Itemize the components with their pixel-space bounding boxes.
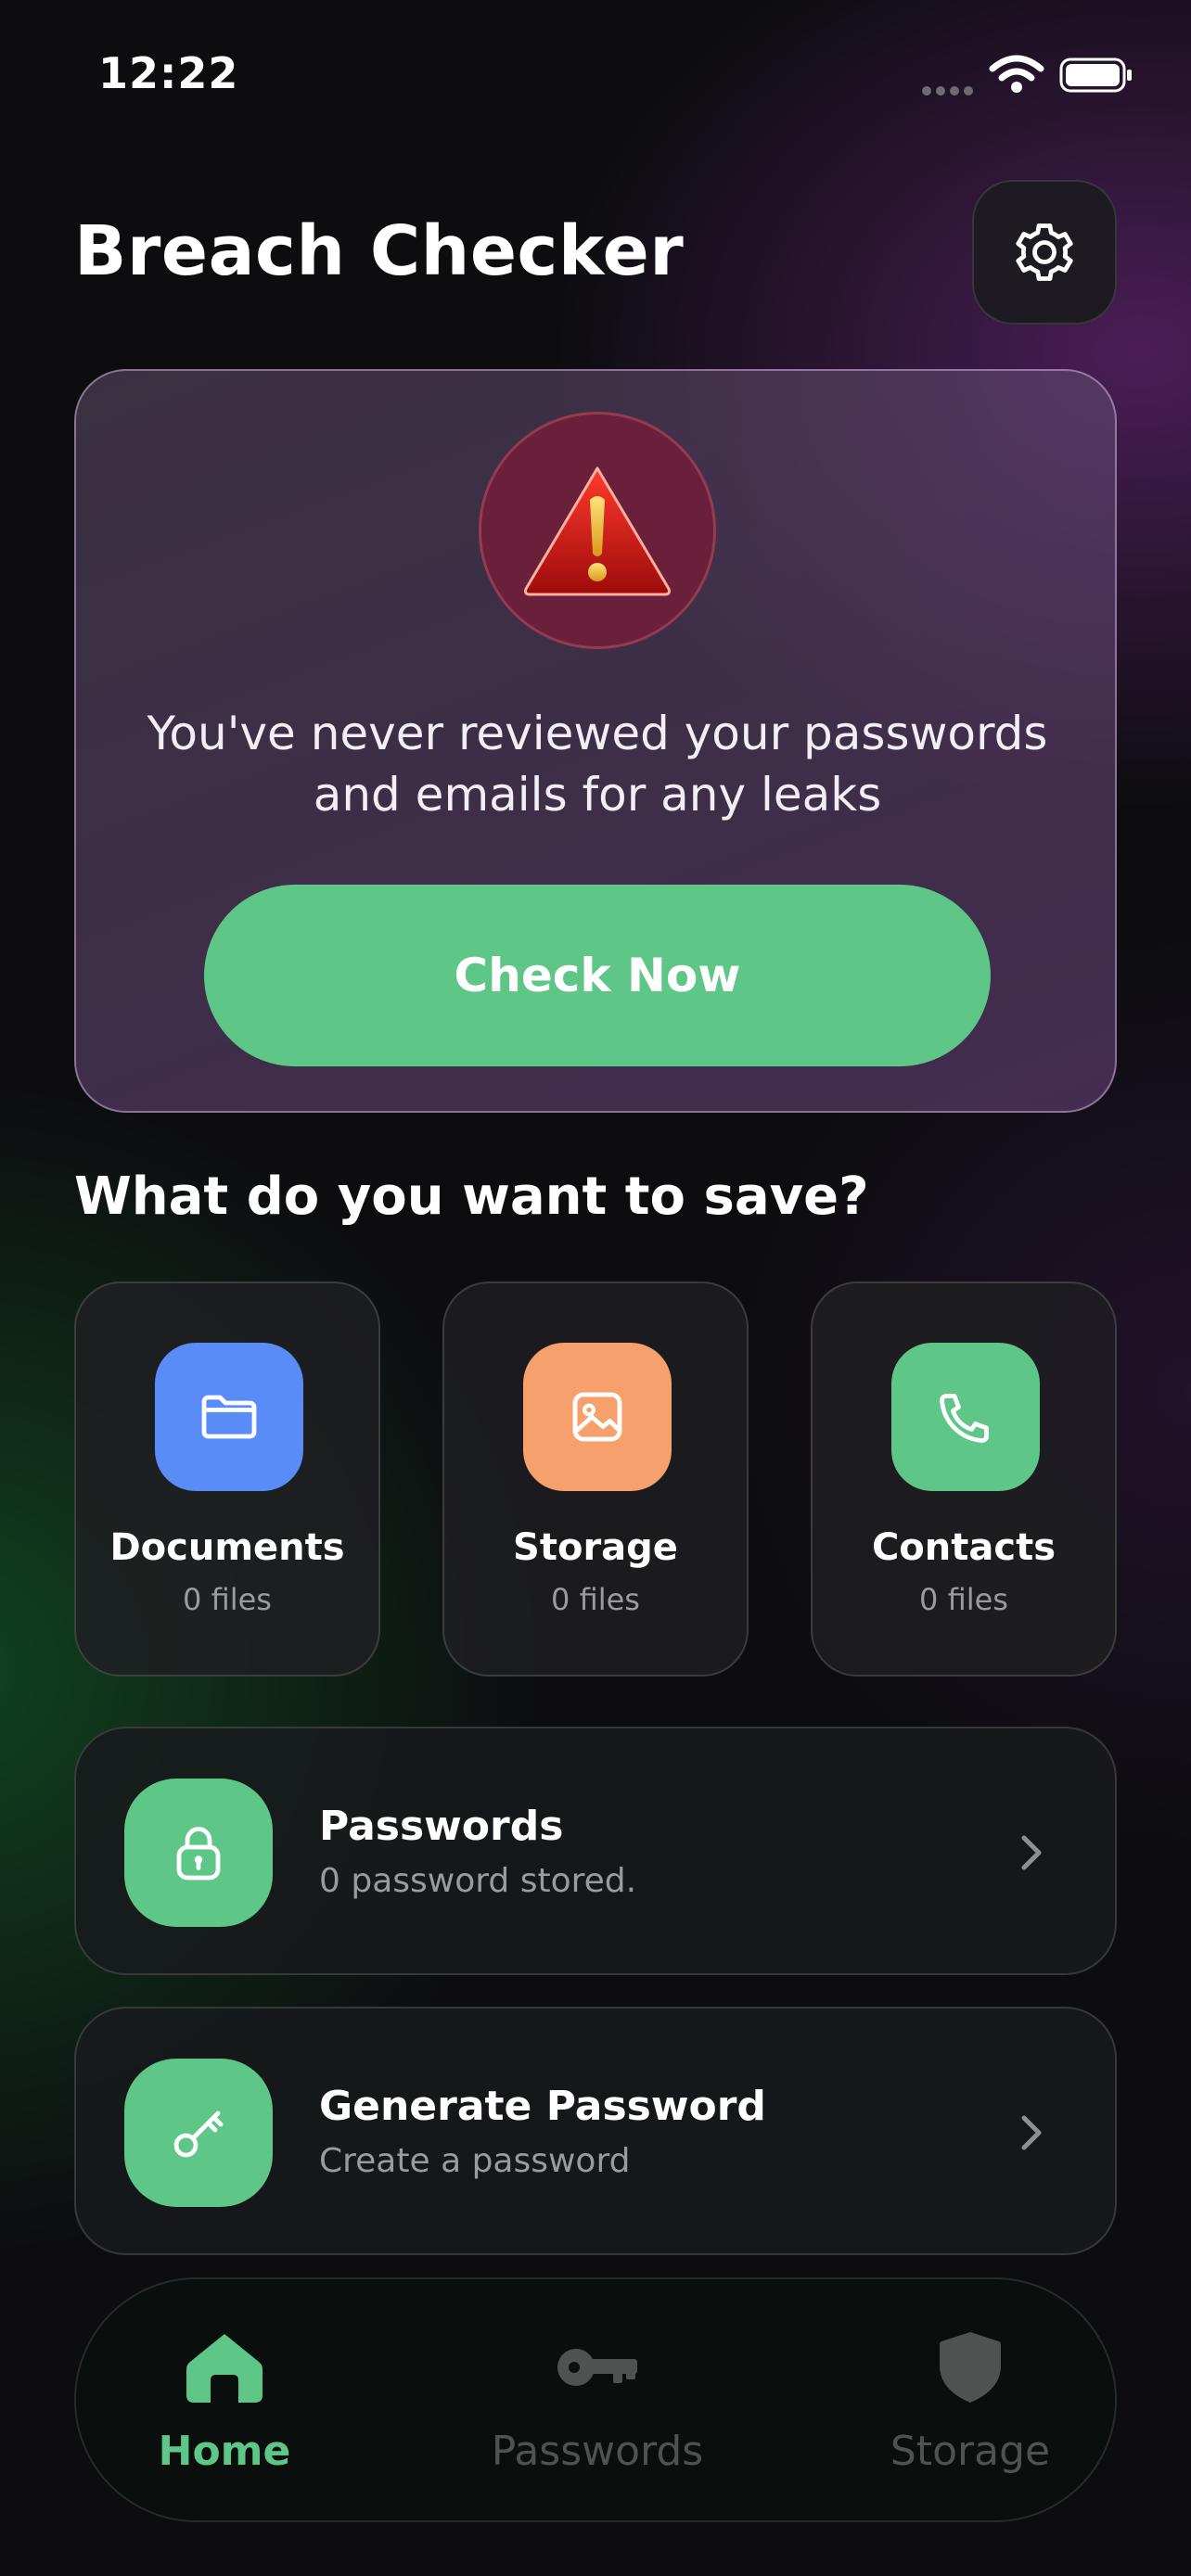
alert-icon-container: [479, 412, 716, 649]
nav-item-storage[interactable]: Storage: [822, 2279, 1119, 2524]
storage-tile[interactable]: Storage 0 files: [442, 1282, 749, 1677]
image-icon-container: [523, 1343, 672, 1491]
phone-icon-container: [891, 1343, 1040, 1491]
tile-label: Contacts: [871, 1526, 1057, 1569]
generate-password-row[interactable]: Generate Password Create a password: [74, 2007, 1117, 2255]
lock-icon: [176, 1827, 221, 1881]
lock-icon-container: [124, 1779, 273, 1927]
battery-icon: [1059, 57, 1132, 93]
row-subtitle: Create a password: [319, 2142, 631, 2180]
contacts-tile[interactable]: Contacts 0 files: [811, 1282, 1117, 1677]
row-title: Generate Password: [319, 2083, 766, 2130]
status-time: 12:22: [98, 48, 239, 98]
row-title: Passwords: [319, 1803, 564, 1850]
bottom-navigation: Home Passwords Storage: [74, 2277, 1117, 2522]
tile-label: Documents: [109, 1526, 345, 1569]
row-subtitle: 0 password stored.: [319, 1862, 637, 1900]
chevron-right-icon: [1021, 2115, 1042, 2150]
cellular-signal-icon: [922, 82, 978, 99]
phone-icon: [940, 1394, 989, 1443]
nav-item-passwords[interactable]: Passwords: [449, 2279, 746, 2524]
key-icon-container: [124, 2059, 273, 2207]
tile-count: 0 files: [183, 1582, 272, 1617]
chevron-right-icon: [1021, 1835, 1042, 1870]
folder-icon: [201, 1395, 257, 1439]
shield-icon: [924, 2326, 1017, 2409]
wifi-icon: [989, 55, 1044, 93]
image-icon: [572, 1392, 622, 1442]
passwords-row[interactable]: Passwords 0 password stored.: [74, 1727, 1117, 1975]
gear-icon: [1016, 223, 1073, 281]
tile-count: 0 files: [919, 1582, 1008, 1617]
tile-label: Storage: [513, 1526, 678, 1569]
status-bar: 12:22: [0, 0, 1191, 148]
nav-label: Home: [158, 2428, 291, 2475]
home-icon: [178, 2326, 271, 2409]
alert-message: You've never reviewed your passwords and…: [147, 707, 1048, 822]
key-icon: [173, 2111, 224, 2158]
section-title: What do you want to save?: [74, 1167, 869, 1227]
documents-tile[interactable]: Documents 0 files: [74, 1282, 380, 1677]
warning-triangle-icon: [524, 466, 671, 596]
breach-alert-card: You've never reviewed your passwords and…: [74, 369, 1117, 1113]
check-now-button[interactable]: Check Now: [204, 885, 991, 1066]
nav-label: Passwords: [491, 2428, 704, 2475]
nav-label: Storage: [890, 2428, 1051, 2475]
nav-item-home[interactable]: Home: [76, 2279, 373, 2524]
tile-count: 0 files: [551, 1582, 640, 1617]
settings-button[interactable]: [972, 180, 1117, 325]
key-icon: [551, 2326, 644, 2409]
page-title: Breach Checker: [74, 211, 685, 291]
folder-icon-container: [155, 1343, 303, 1491]
